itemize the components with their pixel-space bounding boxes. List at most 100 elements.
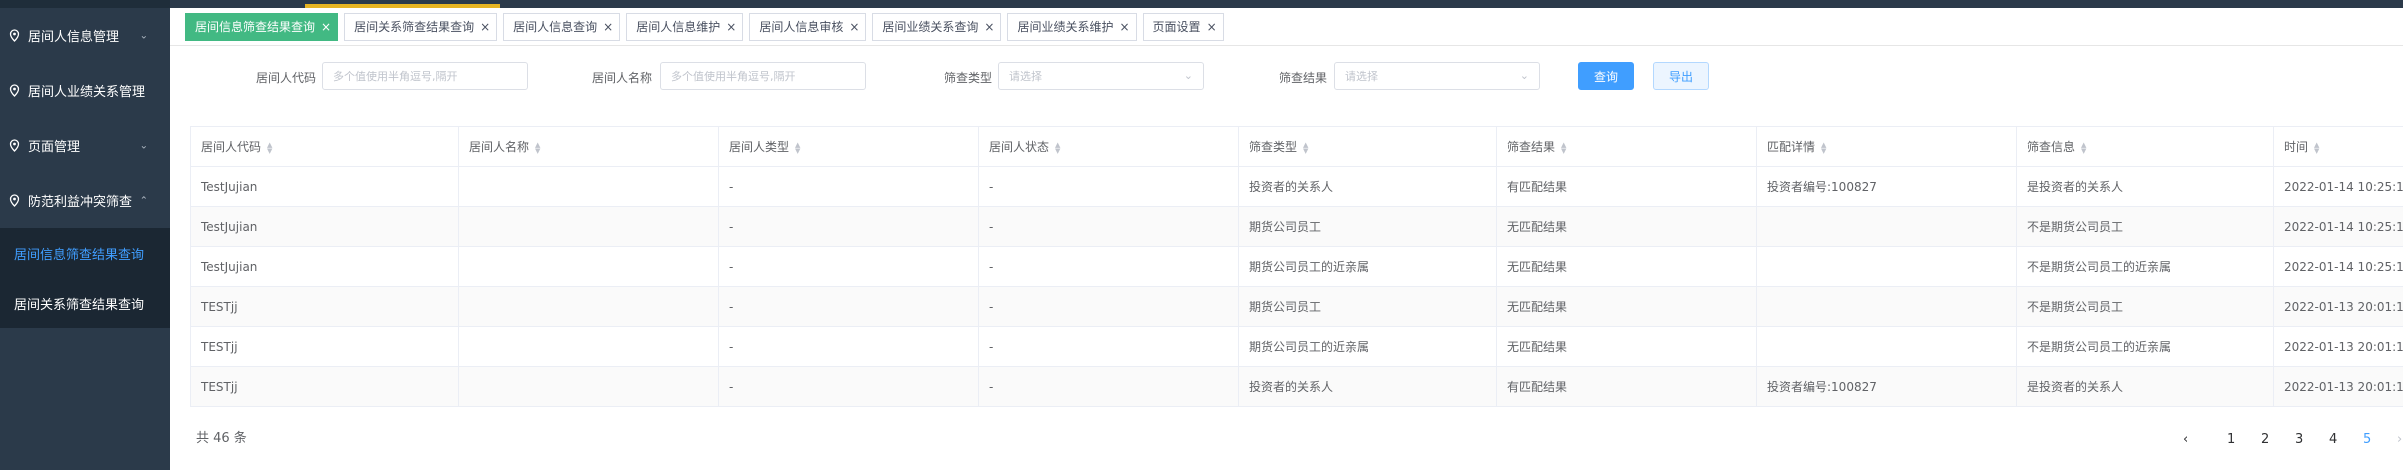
- close-icon[interactable]: ×: [849, 20, 859, 34]
- table-cell: 2022-01-14 10:25:15: [2273, 246, 2403, 287]
- table-cell: 无匹配结果: [1496, 206, 1757, 247]
- sidebar-subitem-1[interactable]: 居间信息筛查结果查询: [0, 228, 170, 278]
- table-cell: 是投资者的关系人: [2016, 366, 2274, 407]
- column-header-7[interactable]: 匹配详情 ▲ ▼: [1756, 126, 2017, 167]
- column-header-5[interactable]: 筛查类型 ▲ ▼: [1238, 126, 1497, 167]
- chevron-down-icon: ⌄: [139, 140, 148, 151]
- table-cell: TestJujian: [190, 246, 459, 287]
- tab-6[interactable]: 居间业绩关系查询 ×: [872, 12, 1002, 41]
- result-select[interactable]: 请选择 ⌄: [1334, 62, 1540, 90]
- location-pin-icon: [8, 139, 20, 152]
- close-icon[interactable]: ×: [480, 20, 490, 34]
- location-pin-icon: [8, 84, 20, 97]
- table-cell: 2022-01-13 20:01:15: [2273, 366, 2403, 407]
- tab-5[interactable]: 居间人信息审核 ×: [749, 12, 867, 41]
- sort-icon[interactable]: ▲ ▼: [1055, 141, 1060, 154]
- sidebar-menu-2[interactable]: 居间人业绩关系管理: [0, 63, 170, 118]
- close-icon[interactable]: ×: [984, 20, 994, 34]
- sidebar-subitem-2[interactable]: 居间关系筛查结果查询: [0, 278, 170, 328]
- sidebar-menu-label: 居间人业绩关系管理: [28, 85, 146, 100]
- tab-label: 居间业绩关系维护: [1017, 20, 1114, 34]
- export-button[interactable]: 导出: [1653, 62, 1709, 90]
- type-select[interactable]: 请选择 ⌄: [998, 62, 1204, 90]
- tab-7[interactable]: 居间业绩关系维护 ×: [1007, 12, 1137, 41]
- total-count: 共 46 条: [196, 431, 247, 446]
- tab-8[interactable]: 页面设置 ×: [1142, 12, 1224, 41]
- sort-icon[interactable]: ▲ ▼: [1561, 141, 1566, 154]
- sort-icon[interactable]: ▲ ▼: [267, 141, 272, 154]
- top-header-strip: [170, 0, 2403, 8]
- column-header-1[interactable]: 居间人代码 ▲ ▼: [190, 126, 459, 167]
- column-header-8[interactable]: 筛查信息 ▲ ▼: [2016, 126, 2274, 167]
- table-cell: -: [978, 246, 1239, 287]
- sidebar-menu-3[interactable]: 页面管理 ⌄: [0, 118, 170, 173]
- table-cell: TestJujian: [190, 206, 459, 247]
- sort-icon[interactable]: ▲ ▼: [535, 141, 540, 154]
- table-cell: 无匹配结果: [1496, 286, 1757, 327]
- table-cell: 投资者编号:100827: [1756, 166, 2017, 207]
- sort-icon[interactable]: ▲ ▼: [795, 141, 800, 154]
- table-cell: [1756, 246, 2017, 287]
- tab-1[interactable]: 居间信息筛查结果查询 ×: [185, 12, 339, 41]
- column-header-3[interactable]: 居间人类型 ▲ ▼: [718, 126, 979, 167]
- table-cell: [458, 366, 719, 407]
- close-icon[interactable]: ×: [726, 20, 736, 34]
- table-cell: -: [718, 366, 979, 407]
- table-cell: 期货公司员工: [1238, 206, 1497, 247]
- name-input[interactable]: 多个值使用半角逗号,隔开: [660, 62, 866, 90]
- page-5[interactable]: 5: [2363, 432, 2371, 447]
- sort-icon[interactable]: ▲ ▼: [1303, 141, 1308, 154]
- page-1[interactable]: 1: [2227, 432, 2235, 447]
- page-4[interactable]: 4: [2329, 432, 2337, 447]
- query-button[interactable]: 查询: [1578, 62, 1634, 90]
- table-cell: [1756, 286, 2017, 327]
- sidebar-menu-1[interactable]: 居间人信息管理 ⌄: [0, 8, 170, 63]
- tab-label: 居间业绩关系查询: [882, 20, 979, 34]
- tab-label: 居间关系筛查结果查询: [354, 20, 475, 34]
- column-header-label: 匹配详情: [1767, 140, 1816, 154]
- table-cell: 无匹配结果: [1496, 326, 1757, 367]
- table-cell: 不是期货公司员工: [2016, 286, 2274, 327]
- page-2[interactable]: 2: [2261, 432, 2269, 447]
- next-page-icon[interactable]: ›: [2397, 432, 2402, 447]
- column-header-label: 居间人状态: [989, 140, 1050, 154]
- table-cell: 不是期货公司员工: [2016, 206, 2274, 247]
- column-header-9[interactable]: 时间 ▲ ▼: [2273, 126, 2403, 167]
- table-cell: 投资者编号:100827: [1756, 366, 2017, 407]
- column-header-label: 筛查信息: [2027, 140, 2076, 154]
- close-icon[interactable]: ×: [603, 20, 613, 34]
- close-icon[interactable]: ×: [1207, 20, 1217, 34]
- close-icon[interactable]: ×: [1119, 20, 1129, 34]
- type-label: 筛查类型: [944, 71, 993, 85]
- table-cell: [1756, 206, 2017, 247]
- name-label: 居间人名称: [592, 71, 653, 85]
- column-header-6[interactable]: 筛查结果 ▲ ▼: [1496, 126, 1757, 167]
- sort-icon[interactable]: ▲ ▼: [1821, 141, 1826, 154]
- sort-icon[interactable]: ▲ ▼: [2081, 141, 2086, 154]
- sidebar-menu-4[interactable]: 防范利益冲突筛查 ⌃: [0, 173, 170, 228]
- column-header-2[interactable]: 居间人名称 ▲ ▼: [458, 126, 719, 167]
- prev-page-icon[interactable]: ‹: [2183, 432, 2188, 447]
- code-input[interactable]: 多个值使用半角逗号,隔开: [322, 62, 528, 90]
- column-header-4[interactable]: 居间人状态 ▲ ▼: [978, 126, 1239, 167]
- close-icon[interactable]: ×: [321, 20, 331, 34]
- table-cell: -: [978, 366, 1239, 407]
- column-header-label: 筛查类型: [1249, 140, 1298, 154]
- table-cell: TestJujian: [190, 166, 459, 207]
- page-3[interactable]: 3: [2295, 432, 2303, 447]
- table-cell: 期货公司员工的近亲属: [1238, 326, 1497, 367]
- table-cell: -: [718, 326, 979, 367]
- sort-icon[interactable]: ▲ ▼: [2314, 141, 2319, 154]
- tab-2[interactable]: 居间关系筛查结果查询 ×: [344, 12, 498, 41]
- type-select-value: 请选择: [1009, 70, 1042, 83]
- table-cell: [458, 286, 719, 327]
- tab-label: 居间信息筛查结果查询: [195, 20, 316, 34]
- table-cell: 无匹配结果: [1496, 246, 1757, 287]
- table-cell: [458, 166, 719, 207]
- tab-4[interactable]: 居间人信息维护 ×: [626, 12, 744, 41]
- table-cell: 有匹配结果: [1496, 166, 1757, 207]
- tab-3[interactable]: 居间人信息查询 ×: [503, 12, 621, 41]
- results-table: 居间人代码 ▲ ▼ 居间人名称 ▲ ▼ 居间人类型 ▲ ▼ 居间人状态 ▲ ▼ 筛查类型 ▲ ▼ 筛查结果 ▲ ▼…: [190, 126, 2403, 407]
- table-cell: 不是期货公司员工的近亲属: [2016, 326, 2274, 367]
- table-cell: 2022-01-13 20:01:15: [2273, 326, 2403, 367]
